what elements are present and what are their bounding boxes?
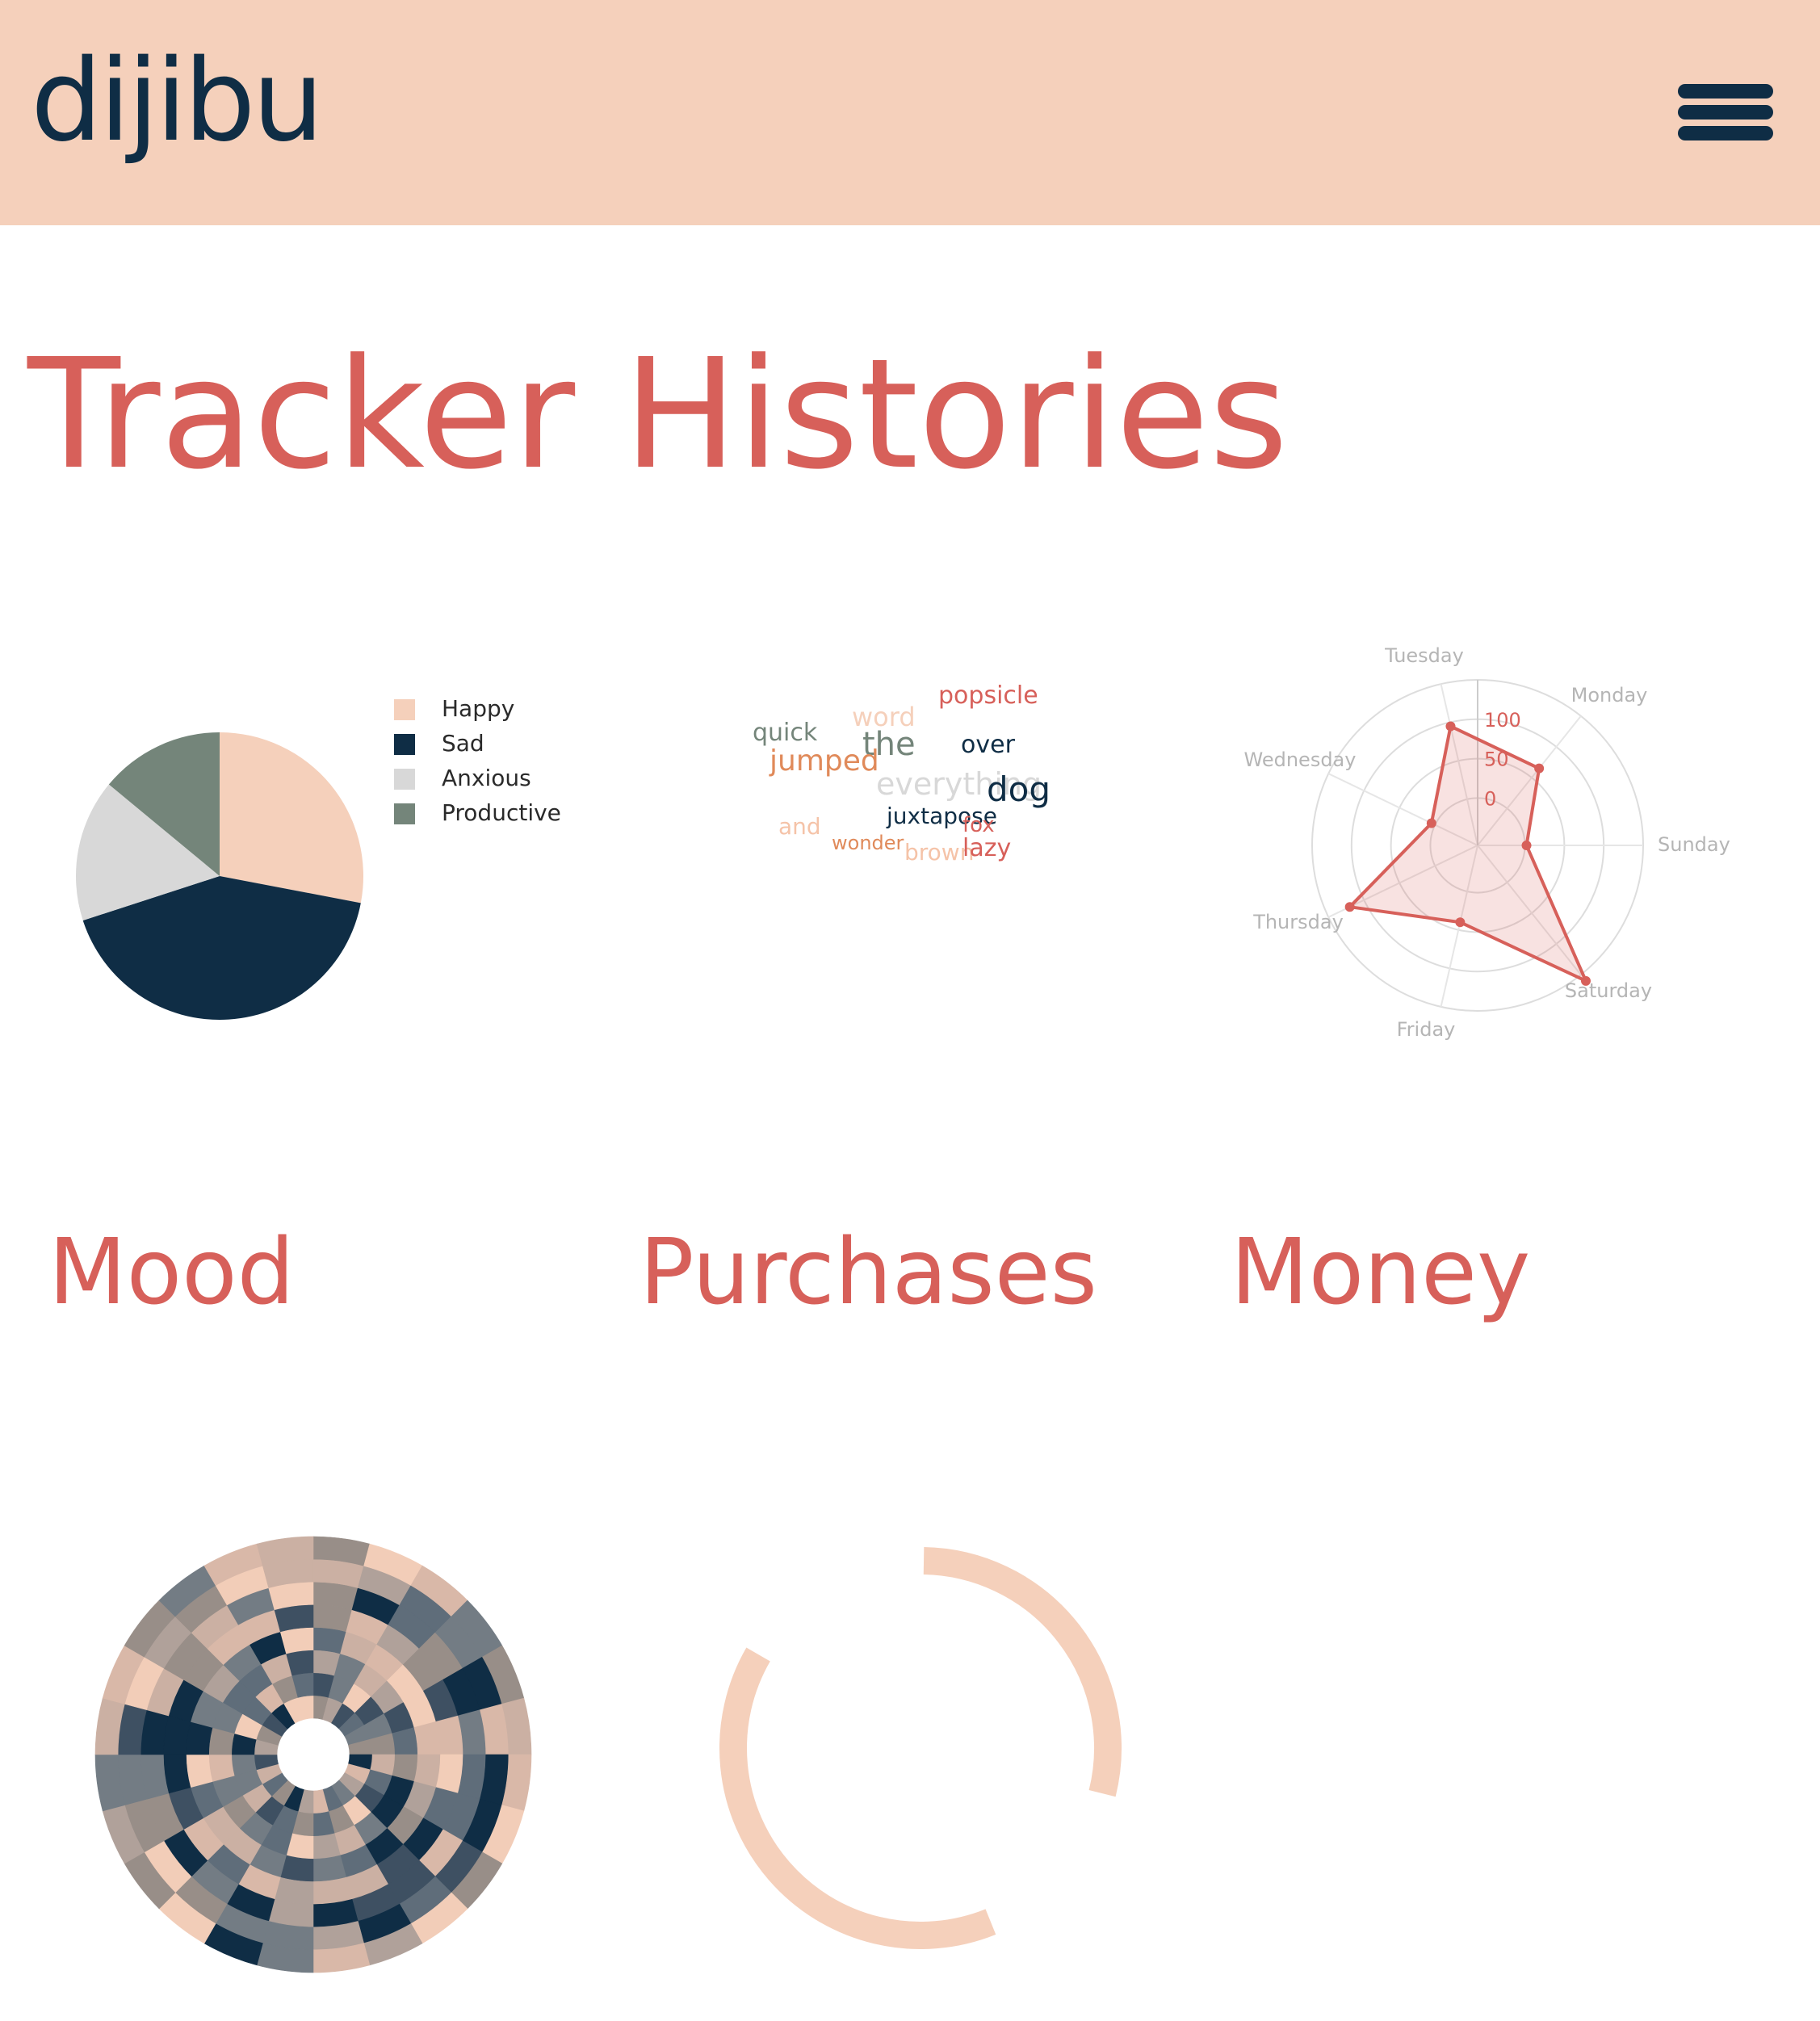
heatmap-cell [163,1754,191,1794]
heatmap-cell [312,1876,353,1905]
word-cloud-word: wonder [832,832,904,854]
word-cloud-word: quick [753,719,818,747]
heatmap-cell [274,1604,314,1633]
menu-bar [1678,126,1773,140]
radar-tick-label: 0 [1484,787,1496,810]
legend-label: Productive [442,799,561,826]
ring-arc [923,1547,1122,1797]
logo[interactable]: dijibu [31,45,324,158]
word-cloud-word: lazy [962,834,1011,862]
legend-swatch [394,699,415,720]
hamburger-menu-icon[interactable] [1678,84,1773,140]
radar-category-label: Wednesday [1244,748,1357,771]
radar-category-label: Thursday [1252,911,1344,933]
radar-point [1344,902,1355,912]
heatmap-cell [435,1715,463,1755]
word-cloud-word: over [961,731,1016,759]
legend-label: Sad [442,730,484,757]
heatmap-cell [435,1754,463,1794]
legend-swatch [394,803,415,824]
radar-category-label: Sunday [1658,833,1730,856]
legend-label: Anxious [442,765,531,791]
radar-tick-label: 100 [1484,709,1521,732]
ring-arc [719,1647,996,1949]
mood-pie-chart: Happy Sad Anxious Productive [76,695,561,1020]
heatmap-cell [186,1754,213,1788]
purchases-word-cloud: popsiclewordquick the overjumpedeverything… [753,681,1050,866]
heatmap-cell [279,1627,314,1654]
heatmap-cell [274,1876,314,1905]
radar-point [1521,841,1532,850]
legend-swatch [394,734,415,755]
radar-point [1445,721,1456,732]
radar-category-label: Friday [1397,1018,1456,1041]
radar-point [1534,763,1545,774]
top-header: dijibu [0,0,1820,225]
heatmap-cell [312,1604,353,1633]
menu-bar [1678,105,1773,119]
money-radar-chart: 0 50 100 Sunday Monday Tuesday Wednesday Thursd… [1244,644,1730,1041]
section-title-mood: Mood [48,1220,295,1325]
word-cloud-word: popsicle [938,681,1038,710]
radar-category-label: Tuesday [1384,644,1464,667]
menu-bar [1678,84,1773,99]
mood-polar-heatmap [94,1536,532,1973]
section-title-money: Money [1231,1220,1531,1325]
radar-point [1455,917,1466,928]
heatmap-cell [163,1715,191,1755]
radar-area [1348,724,1587,983]
page-title: Tracker Histories [27,326,1289,503]
word-cloud-word: jumped [769,744,879,778]
legend-swatch [394,769,415,790]
radar-point [1426,818,1436,828]
radar-tick-label: 50 [1484,748,1509,771]
heatmap-cell [312,1855,347,1882]
radar-category-label: Saturday [1565,979,1652,1002]
word-cloud-word: and [778,813,821,840]
legend-label: Happy [442,695,514,722]
pie-slice [220,732,363,904]
heatmap-cell [413,1721,441,1755]
purchases-ring-chart [719,1547,1122,1949]
radar-category-label: Monday [1571,684,1648,707]
section-title-purchases: Purchases [640,1220,1097,1325]
